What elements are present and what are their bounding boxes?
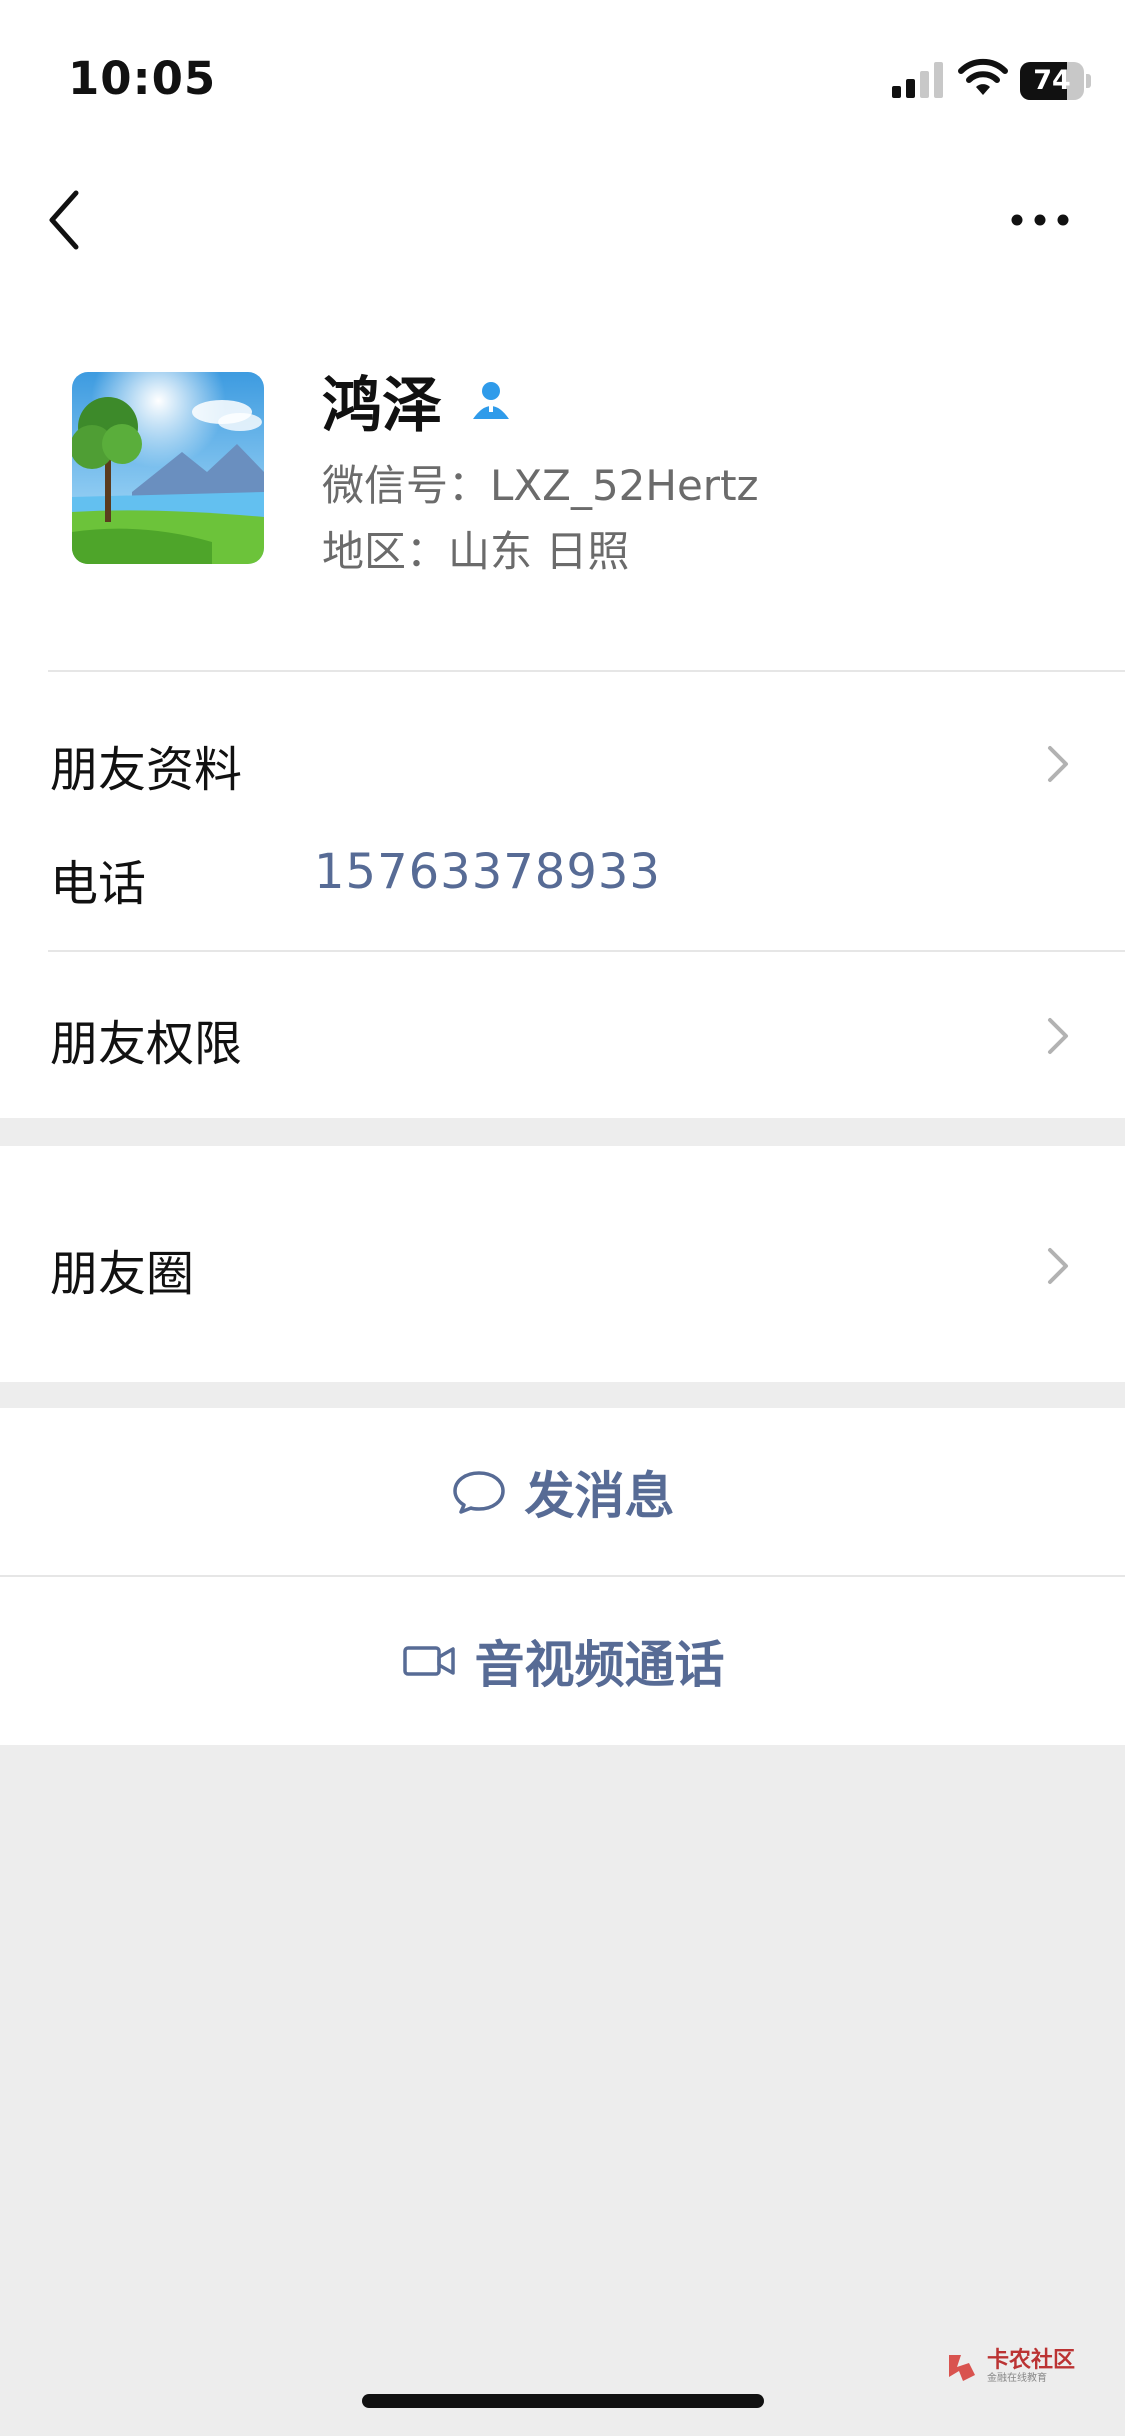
wechat-id: 微信号：LXZ_52Hertz xyxy=(322,461,759,510)
chevron-right-icon xyxy=(1048,1248,1068,1284)
person-icon xyxy=(473,382,509,419)
permissions-group: 朋友权限 xyxy=(0,950,1125,1118)
kanong-logo-icon xyxy=(949,2355,975,2381)
contact-profile-screen: 10:05 74 鸿泽 微信号：LXZ_52Hertz 地区：山东 日照 朋友资… xyxy=(0,0,1125,2436)
battery-level: 74 xyxy=(1033,65,1071,96)
status-bar: 10:05 74 xyxy=(0,0,1125,150)
watermark-subtitle: 金融在线教育 xyxy=(987,2373,1047,2384)
send-message-label: 发消息 xyxy=(524,1467,675,1525)
video-call-label: 音视频通话 xyxy=(474,1636,725,1694)
chevron-left-icon[interactable] xyxy=(42,185,92,255)
status-time: 10:05 xyxy=(68,52,217,105)
phone-number-link[interactable]: 15763378933 xyxy=(314,844,661,900)
divider xyxy=(48,670,1125,672)
video-call-button[interactable]: 音视频通话 xyxy=(0,1577,1125,1745)
profile-name-row: 鸿泽 xyxy=(322,360,514,441)
chevron-right-icon xyxy=(1048,1018,1068,1054)
profile-name: 鸿泽 xyxy=(322,370,442,441)
watermark-title: 卡农社区 xyxy=(987,2348,1076,2373)
phone-row: 电话 15763378933 xyxy=(0,820,1125,920)
friend-permissions-label: 朋友权限 xyxy=(50,1016,243,1072)
moments-group: 朋友圈 xyxy=(0,1146,1125,1382)
video-camera-icon xyxy=(402,1646,455,1676)
home-indicator[interactable] xyxy=(362,2394,764,2408)
battery-icon: 74 xyxy=(1020,62,1091,100)
watermark: 卡农社区 金融在线教育 xyxy=(945,2346,1075,2390)
more-dots-icon[interactable] xyxy=(1005,200,1075,240)
nav-bar xyxy=(0,150,1125,280)
friend-info-group: 朋友资料 电话 15763378933 xyxy=(0,670,1125,950)
wifi-icon xyxy=(958,58,1008,95)
friend-profile-row[interactable]: 朋友资料 xyxy=(0,710,1125,810)
chevron-right-icon xyxy=(1048,746,1068,782)
friend-permissions-row[interactable]: 朋友权限 xyxy=(0,950,1125,1118)
send-message-button[interactable]: 发消息 xyxy=(0,1408,1125,1576)
moments-label: 朋友圈 xyxy=(50,1246,195,1302)
cellular-signal-icon xyxy=(892,62,943,98)
avatar[interactable] xyxy=(72,372,264,564)
region: 地区：山东 日照 xyxy=(322,527,630,576)
profile-header: 鸿泽 微信号：LXZ_52Hertz 地区：山东 日照 xyxy=(0,280,1125,670)
moments-row[interactable]: 朋友圈 xyxy=(0,1146,1125,1382)
friend-profile-label: 朋友资料 xyxy=(50,742,243,798)
phone-label: 电话 xyxy=(50,856,147,912)
chat-bubble-icon xyxy=(452,1471,505,1514)
